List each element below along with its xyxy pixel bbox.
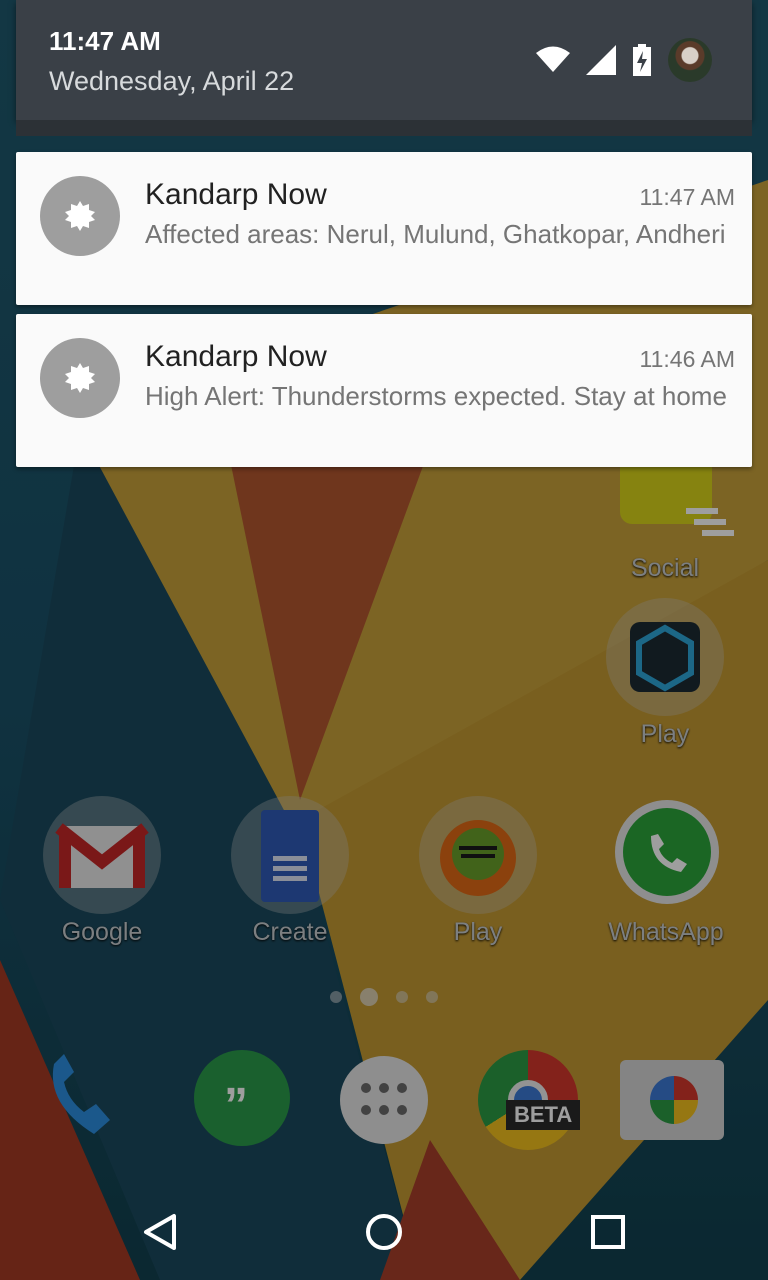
- status-date: Wednesday, April 22: [49, 66, 295, 96]
- back-button[interactable]: [140, 1212, 180, 1252]
- user-avatar[interactable]: [668, 38, 712, 82]
- wifi-icon: [536, 46, 570, 72]
- notification-time: 11:47 AM: [639, 184, 735, 210]
- navigation-bar: [0, 1180, 768, 1280]
- quick-settings-handle[interactable]: [16, 120, 752, 136]
- notification-app-icon: [40, 176, 120, 256]
- notification-title: Kandarp Now: [145, 340, 327, 373]
- notification-text: High Alert: Thunderstorms expected. Stay…: [145, 381, 727, 411]
- notification-card[interactable]: Kandarp Now 11:47 AM Affected areas: Ner…: [16, 152, 752, 305]
- notification-card[interactable]: Kandarp Now 11:46 AM High Alert: Thunder…: [16, 314, 752, 467]
- signal-icon: [586, 45, 616, 75]
- home-button[interactable]: [364, 1212, 404, 1252]
- notification-title: Kandarp Now: [145, 178, 327, 211]
- badge-icon: [65, 201, 95, 231]
- badge-icon: [65, 363, 95, 393]
- notification-text: Affected areas: Nerul, Mulund, Ghatkopar…: [145, 219, 726, 249]
- recents-button[interactable]: [590, 1214, 626, 1250]
- notification-time: 11:46 AM: [639, 346, 735, 372]
- status-header: 11:47 AM Wednesday, April 22: [16, 0, 752, 120]
- status-time: 11:47 AM: [49, 26, 161, 56]
- battery-charging-icon: [633, 44, 651, 76]
- status-icons: [536, 38, 712, 82]
- notification-app-icon: [40, 338, 120, 418]
